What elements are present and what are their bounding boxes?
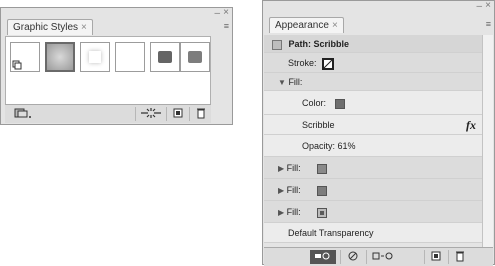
clear-appearance-button[interactable] — [340, 250, 365, 264]
trash-icon — [456, 251, 464, 262]
style-libraries-button[interactable] — [5, 107, 39, 121]
fill-row-2[interactable]: ▶ Fill: — [264, 179, 482, 201]
panel-menu-icon[interactable]: ≡ — [486, 19, 491, 29]
fill-row-3[interactable]: ▶ Fill: — [264, 201, 482, 223]
break-link-icon — [141, 108, 161, 118]
tab-label: Graphic Styles — [13, 22, 79, 33]
minimize-icon[interactable]: – — [476, 2, 482, 12]
disclosure-closed-icon[interactable]: ▶ — [278, 186, 284, 195]
graphic-styles-toolbar — [5, 104, 211, 123]
new-icon — [431, 251, 441, 261]
stroke-label: Stroke: — [288, 58, 317, 68]
style-swatch-default[interactable] — [10, 42, 40, 72]
fx-icon[interactable]: fx — [466, 115, 476, 135]
path-thumbnail-icon — [272, 39, 282, 50]
style-swatch-gray[interactable] — [180, 42, 210, 72]
path-label: Path: Scribble — [288, 39, 350, 49]
reduce-basic-icon — [372, 252, 393, 260]
tab-graphic-styles[interactable]: Graphic Styles × — [7, 19, 93, 35]
fill-swatch-icon[interactable] — [317, 207, 328, 218]
tab-close-icon[interactable]: × — [81, 22, 87, 33]
fill-label: Fill: — [286, 163, 301, 173]
color-swatch-icon[interactable] — [334, 98, 345, 109]
default-transparency-row[interactable]: Default Transparency — [264, 223, 482, 243]
delete-style-button[interactable] — [189, 107, 212, 121]
tab-label: Appearance — [275, 20, 329, 31]
new-icon — [173, 108, 183, 118]
path-header-row[interactable]: Path: Scribble — [264, 35, 482, 53]
style-swatch-white-glow[interactable] — [80, 42, 110, 72]
style-swatch-gradient[interactable] — [45, 42, 75, 72]
style-swatch-blank[interactable] — [115, 42, 145, 72]
color-row[interactable]: Color: — [264, 91, 482, 115]
panel-menu-icon[interactable]: ≡ — [224, 21, 229, 31]
stroke-row[interactable]: Stroke: — [264, 53, 482, 73]
graphic-styles-panel: – × Graphic Styles × ≡ — [0, 7, 233, 125]
default-style-icon — [10, 42, 40, 72]
clear-icon — [348, 251, 358, 261]
show-thumbnail-button[interactable] — [310, 250, 336, 264]
duplicate-item-button[interactable] — [424, 250, 447, 264]
disclosure-open-icon[interactable]: ▼ — [278, 78, 286, 87]
close-icon[interactable]: × — [485, 1, 491, 11]
libraries-icon — [14, 108, 31, 118]
scrollbar[interactable] — [482, 35, 493, 249]
fill-swatch-icon[interactable] — [317, 163, 328, 174]
fill-row-1[interactable]: ▶ Fill: — [264, 157, 482, 179]
fill-label: Fill: — [288, 77, 303, 87]
appearance-panel: – × Appearance × ≡ Path: Scribble Stroke:… — [262, 0, 495, 266]
default-transparency-label: Default Transparency — [288, 228, 374, 238]
scribble-row[interactable]: Scribble fx — [264, 115, 482, 135]
style-swatch-dark[interactable] — [150, 42, 180, 72]
reduce-to-basic-button[interactable] — [366, 250, 399, 264]
fill-label: Fill: — [286, 207, 301, 217]
color-label: Color: — [302, 98, 327, 108]
new-style-button[interactable] — [166, 107, 189, 121]
tab-close-icon[interactable]: × — [332, 20, 338, 31]
close-icon[interactable]: × — [223, 8, 229, 18]
delete-item-button[interactable] — [448, 250, 471, 264]
minimize-icon[interactable]: – — [214, 9, 220, 19]
tab-appearance[interactable]: Appearance × — [269, 17, 344, 33]
appearance-toolbar — [264, 247, 493, 266]
disclosure-closed-icon[interactable]: ▶ — [278, 208, 284, 217]
scribble-effect-link[interactable]: Scribble — [302, 120, 335, 130]
fill-label: Fill: — [286, 185, 301, 195]
fill-expanded-row[interactable]: ▼ Fill: — [264, 73, 482, 91]
opacity-link[interactable]: Opacity: 61% — [302, 141, 356, 151]
trash-icon — [197, 108, 205, 119]
fill-swatch-icon[interactable] — [317, 185, 328, 196]
disclosure-closed-icon[interactable]: ▶ — [278, 164, 284, 173]
stroke-swatch-icon[interactable] — [322, 57, 335, 70]
none-stroke-icon — [324, 59, 333, 68]
visibility-icon — [315, 252, 330, 260]
break-link-button[interactable] — [135, 107, 166, 121]
opacity-row[interactable]: Opacity: 61% — [264, 135, 482, 157]
